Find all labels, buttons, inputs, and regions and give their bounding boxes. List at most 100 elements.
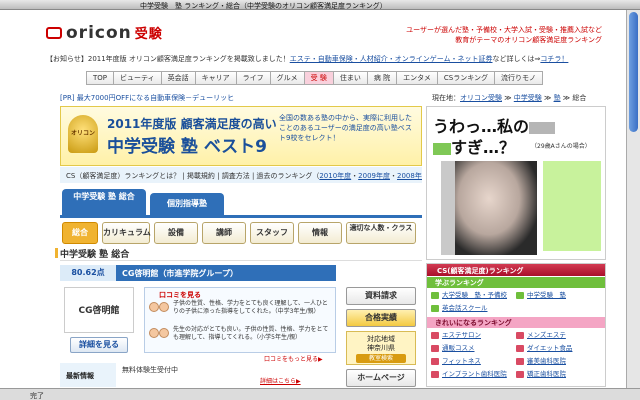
reviewer-avatar-icon <box>159 328 169 338</box>
advertisement[interactable]: うわっ…私の すぎ…？ （29歳Aさんの場合） <box>426 106 606 260</box>
status-bar: 完了 <box>0 388 640 400</box>
ad-note: （29歳Aさんの場合） <box>531 143 591 150</box>
area-label: 対応地域 <box>367 335 395 343</box>
medal-label: オリコン <box>70 130 95 137</box>
site-tagline: ユーザーが選んだ塾・予備校・大学入試・受験・推薦入試など 教育がテーマのオリコン… <box>406 26 602 44</box>
learn-ranking-list: 大学受験 塾・予備校 中学受験 塾 英会話スクール <box>427 288 605 316</box>
beauty-ranking-header: きれいになるランキング <box>427 317 605 328</box>
school-name-link[interactable]: CG啓明館（市進学院グループ） <box>122 268 238 279</box>
breadcrumb-current: 総合 <box>572 94 587 102</box>
area-value: 神奈川県 <box>367 344 395 352</box>
main-nav: TOP ビューティ 英会話 キャリア ライフ グルメ 受 験 住まい 病 院 エ… <box>86 71 543 85</box>
reviewer-avatar-icon <box>159 302 169 312</box>
ad-censored-word <box>433 142 451 155</box>
news-more-link[interactable]: 詳細はこちら▶ <box>260 376 301 385</box>
window-title: 中学受験 塾 ランキング・総合（中学受験のオリコン顧客満足度ランキング） <box>140 2 387 10</box>
ad-censored-word <box>529 121 556 134</box>
notice-suffix: など詳しくは⇒ <box>492 55 541 63</box>
notice-here-link[interactable]: コチラ！ <box>540 55 568 63</box>
ranking-panel-title: CS(顧客満足度)ランキング <box>427 264 605 276</box>
subtab-overall[interactable]: 総合 <box>62 222 98 244</box>
nav-exam[interactable]: 受 験 <box>304 71 334 85</box>
notice-bar: 【お知らせ】2011年度版 オリコン顧客満足度ランキングを掲載致しました！エステ… <box>46 54 606 64</box>
learn-ranking-header: 学ぶランキング <box>427 277 605 288</box>
window-titlebar: 中学受験 塾 ランキング・総合（中学受験のオリコン顧客満足度ランキング） <box>0 0 640 10</box>
nav-cs-ranking[interactable]: CSランキング <box>437 71 495 85</box>
rank-link-orthodontic[interactable]: 矯正歯科医院 <box>516 369 601 380</box>
past-ranking-2009[interactable]: 2009年度 <box>358 172 390 180</box>
nav-career[interactable]: キャリア <box>195 71 237 85</box>
nav-life[interactable]: ライフ <box>236 71 271 85</box>
pr-link[interactable]: [PR] 最大7000円OFFになる自動車保険－デューリッヒ <box>60 93 234 103</box>
web-page: oricon 受験 ユーザーが選んだ塾・予備校・大学入試・受験・推薦入試など 教育… <box>24 11 610 387</box>
ad-censored-strip <box>441 161 455 255</box>
breadcrumb-link-juku[interactable]: 塾 <box>554 94 561 102</box>
ad-side-panel <box>543 161 601 251</box>
site-logo[interactable]: oricon 受験 <box>66 23 163 43</box>
nav-top[interactable]: TOP <box>87 71 115 85</box>
logo-text: oricon <box>66 23 132 43</box>
tab-junior-juku-overall[interactable]: 中学受験 塾 総合 <box>62 189 146 215</box>
area-box: 対応地域 神奈川県 教室検索 <box>346 331 416 365</box>
subtab-information[interactable]: 情報 <box>298 222 342 244</box>
section-divider <box>60 260 422 261</box>
request-materials-button[interactable]: 資料請求 <box>346 287 416 305</box>
breadcrumb: 現在地：オリコン受験 ≫ 中学受験 ≫ 塾 ≫ 総合 <box>432 94 587 102</box>
nav-hospital[interactable]: 病 院 <box>367 71 398 85</box>
review-text-1: 子供の性質、性格、学力をとても良く理解して、一人ひとりの子供に添った指導をしてく… <box>173 300 328 315</box>
medal-icon: オリコン <box>68 115 98 153</box>
reviews-more-link[interactable]: 口コミをもっと見る▶ <box>264 354 323 363</box>
nav-housing[interactable]: 住まい <box>333 71 368 85</box>
subtab-curriculum[interactable]: カリキュラム <box>102 222 151 244</box>
nav-trends[interactable]: 流行りモノ <box>495 71 543 85</box>
review-text-2: 先生の対応がとても良い。子供の性質、性格、学力をとても理解して、指導してくれる。… <box>173 326 329 341</box>
rank-link-junior-juku[interactable]: 中学受験 塾 <box>516 290 601 301</box>
reviews-title-link[interactable]: 口コミを見る <box>159 290 201 300</box>
subtab-class-size[interactable]: 適切な人数・クラス <box>346 222 416 244</box>
breadcrumb-prefix: 現在地： <box>432 94 460 102</box>
banner-description: 全国の数ある塾の中から、実際に利用したことのあるユーザーの満足度の高い塾ベスト9… <box>279 114 412 142</box>
notice-link[interactable]: エステ・自動車保険・人材紹介・オンラインゲーム・ネット証券 <box>290 55 493 63</box>
scroll-thumb[interactable] <box>629 12 638 132</box>
nav-gourmet[interactable]: グルメ <box>270 71 305 85</box>
status-text: 完了 <box>30 392 44 400</box>
breadcrumb-link-junior[interactable]: 中学受験 <box>514 94 542 102</box>
subtab-facilities[interactable]: 設備 <box>154 222 198 244</box>
past-ranking-2010[interactable]: 2010年度 <box>319 172 351 180</box>
news-label: 最新情報 <box>60 363 116 387</box>
nav-entertainment[interactable]: エンタメ <box>397 71 438 85</box>
subtab-teachers[interactable]: 講師 <box>202 222 246 244</box>
past-ranking-2008[interactable]: 2008年度 <box>397 172 422 180</box>
school-header: 80.62点 CG啓明館（市進学院グループ） <box>60 265 336 281</box>
vertical-scrollbar[interactable] <box>626 10 640 388</box>
homepage-button[interactable]: ホームページ <box>346 369 416 387</box>
rank-link-cosme[interactable]: 通販コスメ <box>431 343 516 354</box>
nav-english[interactable]: 英会話 <box>161 71 196 85</box>
rank-link-english-school[interactable]: 英会話スクール <box>431 303 516 314</box>
detail-button[interactable]: 詳細を見る <box>70 337 128 353</box>
rank-link-university-prep[interactable]: 大学受験 塾・予備校 <box>431 290 516 301</box>
classroom-search-button[interactable]: 教室検索 <box>356 354 406 363</box>
beauty-ranking-list: エステサロン メンズエステ 通販コスメ ダイエット食品 フィットネス 審美歯科医… <box>427 328 605 382</box>
banner-subtitle: 2011年度版 顧客満足度の高い <box>107 117 277 131</box>
rank-link-implant-dental[interactable]: インプラント歯科医院 <box>431 369 516 380</box>
rank-link-fitness[interactable]: フィットネス <box>431 356 516 367</box>
info-links-text[interactable]: CS（顧客満足度）ランキングとは？ | 掲載規約 | 調査方法 | 過去のランキ… <box>66 172 319 180</box>
rank-link-cosmetic-dental[interactable]: 審美歯科医院 <box>516 356 601 367</box>
rank-link-mens-esthetic[interactable]: メンズエステ <box>516 330 601 341</box>
ad-headline-2-text: すぎ…？ <box>451 138 516 157</box>
logo-mark-icon[interactable] <box>46 27 62 39</box>
ranking-info-links: CS（顧客満足度）ランキングとは？ | 掲載規約 | 調査方法 | 過去のランキ… <box>60 167 422 183</box>
school-logo[interactable]: CG啓明館 <box>64 287 134 333</box>
section-title: 中学受験 塾 総合 <box>54 247 129 260</box>
ad-headline-2: すぎ…？ <box>433 134 515 158</box>
reviewer-avatar-icon <box>149 328 159 338</box>
tab-individual-juku[interactable]: 個別指導塾 <box>150 193 224 215</box>
nav-beauty[interactable]: ビューティ <box>114 71 162 85</box>
rank-link-diet-food[interactable]: ダイエット食品 <box>516 343 601 354</box>
breadcrumb-link-oricon[interactable]: オリコン受験 <box>460 94 502 102</box>
results-button[interactable]: 合格実績 <box>346 309 416 327</box>
subtab-staff[interactable]: スタッフ <box>250 222 294 244</box>
rank-link-esthetic[interactable]: エステサロン <box>431 330 516 341</box>
news-text: 無料体験生受付中 <box>122 366 178 374</box>
